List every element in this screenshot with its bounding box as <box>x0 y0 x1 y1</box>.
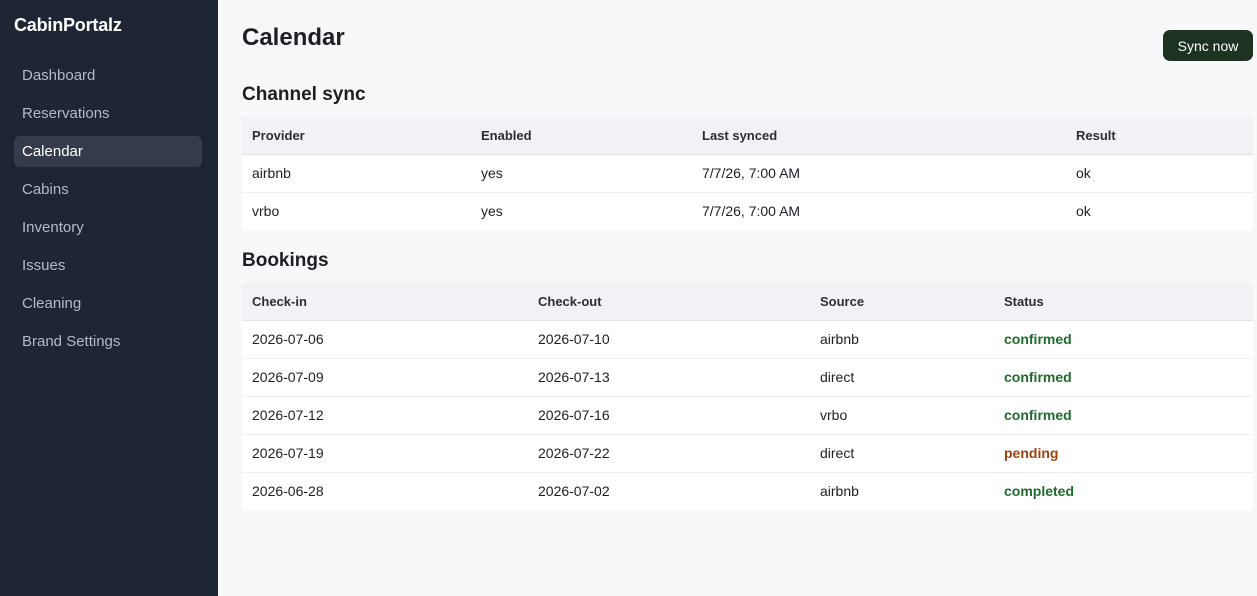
table-row[interactable]: 2026-07-06 2026-07-10 airbnb confirmed <box>242 320 1253 359</box>
provider-cell: vrbo <box>252 203 280 220</box>
last-synced-cell: 7/7/26, 7:00 AM <box>702 203 801 220</box>
column-header-source[interactable]: Source <box>810 283 994 321</box>
table-row[interactable]: 2026-07-09 2026-07-13 direct confirmed <box>242 358 1253 397</box>
bookings-table: Check-in Check-out Source Status 2026-07… <box>242 283 1253 510</box>
table-row[interactable]: 2026-07-19 2026-07-22 direct pending <box>242 434 1253 473</box>
check-in-cell: 2026-07-06 <box>242 320 528 359</box>
column-header-status[interactable]: Status <box>994 283 1253 321</box>
check-in-cell: 2026-07-19 <box>242 434 528 473</box>
status-badge: confirmed <box>994 320 1253 359</box>
status-badge: confirmed <box>994 396 1253 435</box>
sidebar-item-inventory[interactable]: Inventory <box>14 212 202 243</box>
table-row: vrbo yes 7/7/26, 7:00 AM ok <box>242 192 1253 230</box>
check-out-cell: 2026-07-02 <box>538 483 610 500</box>
enabled-cell: yes <box>481 203 503 220</box>
check-out-cell: 2026-07-10 <box>528 320 810 359</box>
sidebar-item-issues[interactable]: Issues <box>14 250 202 281</box>
check-out-cell: 2026-07-22 <box>528 434 810 473</box>
page-title: Calendar <box>242 24 345 51</box>
source-cell: vrbo <box>810 396 994 435</box>
status-badge: confirmed <box>994 358 1253 397</box>
check-in-cell: 2026-07-09 <box>242 358 528 397</box>
check-out-cell: 2026-07-16 <box>528 396 810 435</box>
result-cell: ok <box>1066 154 1253 193</box>
column-header-enabled[interactable]: Enabled <box>471 117 692 155</box>
source-cell: direct <box>810 434 994 473</box>
column-header-result[interactable]: Result <box>1066 117 1253 155</box>
enabled-cell: yes <box>471 154 692 193</box>
result-cell: ok <box>1076 203 1091 220</box>
column-header-provider[interactable]: Provider <box>242 117 471 155</box>
source-cell: airbnb <box>810 320 994 359</box>
source-cell: airbnb <box>820 483 859 500</box>
column-header-check-in[interactable]: Check-in <box>242 283 528 321</box>
bookings-title: Bookings <box>242 250 329 271</box>
check-in-cell: 2026-07-12 <box>242 396 528 435</box>
table-header-row: Check-in Check-out Source Status <box>242 283 1253 321</box>
status-badge: pending <box>994 434 1253 473</box>
check-in-cell: 2026-06-28 <box>252 483 324 500</box>
column-header-last-synced[interactable]: Last synced <box>692 117 1066 155</box>
table-row: airbnb yes 7/7/26, 7:00 AM ok <box>242 154 1253 193</box>
channel-sync-title: Channel sync <box>242 84 366 105</box>
last-synced-cell: 7/7/26, 7:00 AM <box>692 154 1066 193</box>
check-out-cell: 2026-07-13 <box>528 358 810 397</box>
sidebar-item-cleaning[interactable]: Cleaning <box>14 288 202 319</box>
provider-cell: airbnb <box>242 154 471 193</box>
table-row[interactable]: 2026-06-28 2026-07-02 airbnb completed <box>242 472 1253 510</box>
sidebar-item-cabins[interactable]: Cabins <box>14 174 202 205</box>
source-cell: direct <box>810 358 994 397</box>
brand-logo[interactable]: CabinPortalz <box>14 15 122 36</box>
sidebar-item-calendar[interactable]: Calendar <box>14 136 202 167</box>
sidebar-item-dashboard[interactable]: Dashboard <box>14 60 202 91</box>
sidebar: CabinPortalz Dashboard Reservations Cale… <box>0 0 218 596</box>
sidebar-item-brand-settings[interactable]: Brand Settings <box>14 326 202 357</box>
table-row[interactable]: 2026-07-12 2026-07-16 vrbo confirmed <box>242 396 1253 435</box>
sidebar-item-reservations[interactable]: Reservations <box>14 98 202 129</box>
sync-now-button[interactable]: Sync now <box>1163 30 1253 61</box>
table-header-row: Provider Enabled Last synced Result <box>242 117 1253 155</box>
sidebar-nav: Dashboard Reservations Calendar Cabins I… <box>14 60 202 364</box>
status-badge: completed <box>1004 483 1075 500</box>
column-header-check-out[interactable]: Check-out <box>528 283 810 321</box>
channel-sync-table: Provider Enabled Last synced Result airb… <box>242 117 1253 230</box>
